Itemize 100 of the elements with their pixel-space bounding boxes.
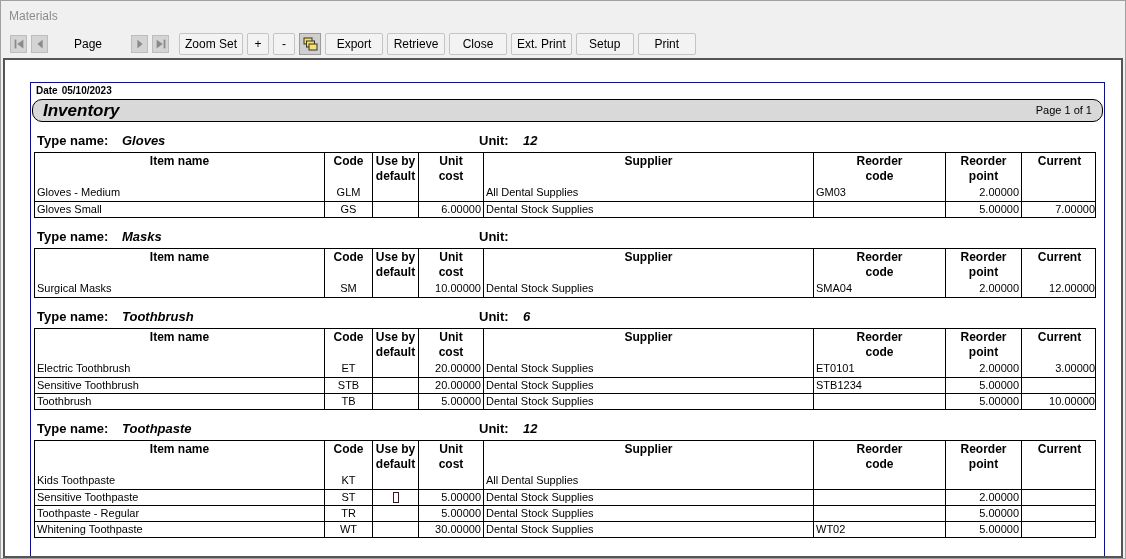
column-header: Reorder code — [814, 441, 946, 473]
column-header: Reorder point — [946, 441, 1022, 473]
column-header: Reorder point — [946, 249, 1022, 281]
table-cell: 30.00000 — [419, 522, 484, 537]
column-header: Current — [1036, 441, 1083, 458]
table-cell: Toothbrush — [35, 394, 325, 409]
column-header: Code — [325, 441, 373, 473]
table-cell: 5.00000 — [419, 394, 484, 409]
type-label: Type name: — [37, 420, 110, 439]
toolbar-button[interactable]: Setup — [575, 32, 634, 55]
table-cell: ST — [325, 490, 373, 505]
toolbar-button[interactable]: Export — [325, 32, 384, 55]
column-header: Reorder code — [814, 249, 946, 281]
table-cell: WT — [325, 522, 373, 537]
table-cell: SMA04 — [814, 281, 946, 297]
column-header: Reorder point — [946, 329, 1022, 361]
table-cell: Dental Stock Supplies — [484, 490, 814, 505]
type-label: Type name: — [37, 132, 110, 151]
table-cell: ET0101 — [814, 361, 946, 377]
column-header: Current — [1036, 249, 1083, 266]
column-header: Item name — [35, 441, 325, 473]
date-label: Date — [36, 84, 58, 98]
toolbar-button[interactable]: + — [247, 32, 270, 55]
table-cell: 5.00000 — [946, 202, 1022, 217]
unit-label: Unit: — [479, 308, 510, 327]
table-cell: 2.00000 — [946, 361, 1022, 377]
type-name: Masks — [122, 228, 163, 247]
column-header: Unit cost — [419, 153, 484, 185]
column-header: Reorder code — [814, 329, 946, 361]
table-cell: Sensitive Toothpaste — [35, 490, 325, 505]
type-name: Gloves — [122, 132, 167, 151]
table-cell: Dental Stock Supplies — [484, 522, 814, 537]
column-header: Unit cost — [419, 329, 484, 361]
table-cell: STB1234 — [814, 378, 946, 393]
table-cell: 5.00000 — [419, 490, 484, 505]
column-header: Supplier — [484, 249, 814, 281]
toolbar-button[interactable]: Print — [637, 32, 696, 55]
unit-label: Unit: — [479, 228, 510, 247]
toolbar-button[interactable]: - — [273, 32, 296, 55]
column-header: Unit cost — [419, 441, 484, 473]
toolbar-button[interactable]: Zoom Set — [179, 32, 244, 55]
table-cell: GM03 — [814, 185, 946, 201]
table-cell: 5.00000 — [946, 378, 1022, 393]
table-cell: 5.00000 — [946, 522, 1022, 537]
table-cell: SM — [325, 281, 373, 297]
table-cell: Surgical Masks — [35, 281, 325, 297]
type-name: Toothpaste — [122, 420, 193, 439]
report-date: 05/10/2023 — [61, 84, 112, 98]
type-name: Toothbrush — [122, 308, 195, 327]
column-header: Reorder point — [946, 153, 1022, 185]
column-header: Supplier — [484, 441, 814, 473]
column-header: Use by default — [373, 441, 419, 473]
table-cell: Toothpaste - Regular — [35, 506, 325, 521]
table-cell: Dental Stock Supplies — [484, 361, 814, 377]
column-header: Code — [325, 153, 373, 185]
table-cell: Kids Toothpaste — [35, 473, 325, 489]
type-label: Type name: — [37, 228, 110, 247]
column-header: Supplier — [484, 153, 814, 185]
report-title: Inventory — [43, 99, 120, 122]
page-info: Page 1 of 1 — [1035, 103, 1092, 119]
table-cell: WT02 — [814, 522, 946, 537]
column-header: Use by default — [373, 153, 419, 185]
table-cell: Sensitive Toothbrush — [35, 378, 325, 393]
toolbar-button[interactable]: Close — [449, 32, 508, 55]
column-header: Current — [1036, 329, 1083, 346]
column-header: Item name — [35, 329, 325, 361]
table-cell: GLM — [325, 185, 373, 201]
table-cell: 6.00000 — [419, 202, 484, 217]
column-header: Item name — [35, 249, 325, 281]
table-cell: All Dental Supplies — [484, 473, 814, 489]
table-cell: Gloves - Medium — [35, 185, 325, 201]
unit-label: Unit: — [479, 420, 510, 439]
table-cell: 5.00000 — [419, 506, 484, 521]
column-header: Supplier — [484, 329, 814, 361]
table-cell: Dental Stock Supplies — [484, 506, 814, 521]
table-cell: 20.00000 — [419, 378, 484, 393]
table-cell-text: 12.00000 — [1048, 281, 1096, 296]
page-label: Page — [73, 35, 104, 53]
unit-value: 6 — [523, 308, 531, 327]
column-header: Use by default — [373, 249, 419, 281]
table-cell: 10.00000 — [419, 281, 484, 297]
column-header: Unit cost — [419, 249, 484, 281]
table-cell: Dental Stock Supplies — [484, 202, 814, 217]
table-cell: 2.00000 — [946, 281, 1022, 297]
toolbar-button[interactable]: Ext. Print — [511, 32, 572, 55]
table-cell: Dental Stock Supplies — [484, 394, 814, 409]
table-cell: 2.00000 — [946, 490, 1022, 505]
table-cell: STB — [325, 378, 373, 393]
table-cell: ET — [325, 361, 373, 377]
stacked-pages-icon — [302, 36, 318, 51]
window-title: Materials — [9, 8, 58, 25]
toolbar-button[interactable]: Retrieve — [387, 32, 446, 55]
unit-value: 12 — [523, 420, 538, 439]
pages-toggle-button[interactable] — [299, 32, 322, 55]
unit-label: Unit: — [479, 132, 510, 151]
table-cell: TR — [325, 506, 373, 521]
column-header: Use by default — [373, 329, 419, 361]
column-header: Current — [1036, 153, 1083, 170]
column-header: Code — [325, 329, 373, 361]
table-cell-text: 3.00000 — [1054, 361, 1096, 376]
